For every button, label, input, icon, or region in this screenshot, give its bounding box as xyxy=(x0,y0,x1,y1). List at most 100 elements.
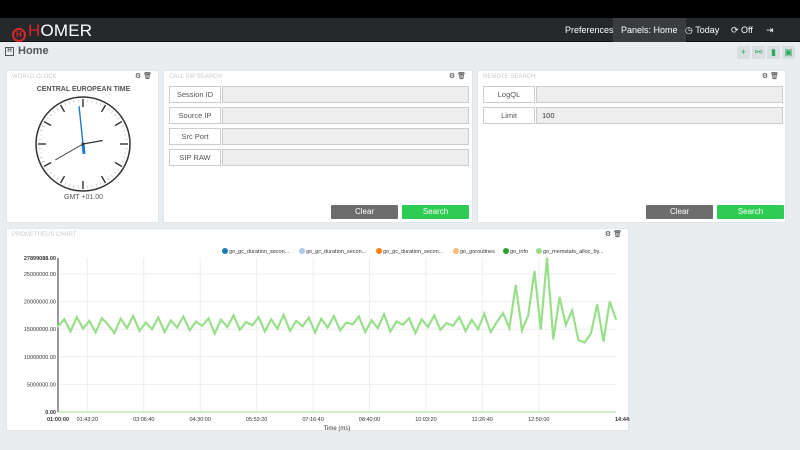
field-label: LogQL xyxy=(483,86,535,103)
prometheus-line-chart: 01:00:00 01:43:20 03:06:40 04:30:00 05:53:20… xyxy=(24,248,630,432)
data-point xyxy=(565,323,567,326)
field-row: LogQL xyxy=(483,86,783,103)
prometheus-chart-panel: PROMETHEUS CHART ⚙ 🗑 01:00:00 01:43:20 03:… xyxy=(6,228,630,432)
data-point xyxy=(257,316,260,318)
panel-title: CALL SIP SEARCH xyxy=(169,74,222,80)
data-point xyxy=(76,316,78,318)
legend-entry: go_memstats_alloc_by... xyxy=(543,249,604,255)
navbar: H HOMER Preferences Panels: Home ◷ Today … xyxy=(0,18,800,42)
data-point xyxy=(307,316,310,319)
x-tick-label: 01:43:20 xyxy=(77,417,98,423)
data-point xyxy=(414,332,417,334)
clear-button[interactable]: Clear xyxy=(646,205,713,219)
logql-input[interactable] xyxy=(536,86,783,103)
data-point xyxy=(320,317,323,320)
source-ip-input[interactable] xyxy=(222,107,469,124)
data-point xyxy=(226,326,229,328)
legend-swatch xyxy=(536,248,542,254)
data-point xyxy=(144,321,147,324)
field-row: Src Port xyxy=(169,128,469,145)
data-point xyxy=(69,330,72,333)
data-point xyxy=(126,327,128,329)
y-tick-label: 25000000.00 xyxy=(24,272,56,278)
data-point xyxy=(602,340,605,343)
trash-icon[interactable]: ▮ xyxy=(767,46,780,59)
data-point xyxy=(383,313,385,316)
data-point xyxy=(63,318,66,321)
data-point xyxy=(445,322,448,324)
world-clock-panel: WORLD CLOCK ⚙ 🗑 CENTRAL EUROPEAN TIME GM… xyxy=(6,70,159,223)
data-point xyxy=(395,320,398,323)
home-panel-icon: H xyxy=(5,47,14,56)
analog-clock xyxy=(35,96,131,192)
data-point xyxy=(276,327,279,330)
panel-title: REMOTE SEARCH xyxy=(483,74,536,80)
panel-settings-delete-icons[interactable]: ⚙ 🗑 xyxy=(762,72,779,80)
save-icon[interactable]: ▣ xyxy=(782,46,795,59)
legend-entry: go_gc_duration_secon... xyxy=(229,249,290,255)
data-point xyxy=(402,323,404,326)
data-point xyxy=(558,296,561,298)
y-tick-label: 27899088.00 xyxy=(24,256,56,262)
clear-button[interactable]: Clear xyxy=(331,205,398,219)
data-point xyxy=(157,316,160,319)
field-row: SIP RAW xyxy=(169,149,469,166)
nav-preferences[interactable]: Preferences xyxy=(557,18,622,42)
data-point xyxy=(608,300,611,303)
src-port-input[interactable] xyxy=(222,128,469,145)
data-point xyxy=(82,327,84,330)
data-point xyxy=(351,323,354,326)
refresh-icon: ⟳ xyxy=(731,25,742,35)
data-point xyxy=(508,327,511,329)
limit-input[interactable]: 100 xyxy=(536,107,783,124)
data-point xyxy=(251,324,254,327)
clock-icon: ◷ xyxy=(685,25,696,35)
homer-logo[interactable]: H HOMER xyxy=(12,21,92,42)
x-tick-label: 08:40:00 xyxy=(359,417,380,423)
x-tick-label: 04:30:00 xyxy=(189,417,210,423)
data-point xyxy=(132,315,135,317)
data-point xyxy=(94,331,97,334)
field-row: Session ID xyxy=(169,86,469,103)
plus-icon[interactable]: + xyxy=(737,46,750,59)
data-point xyxy=(345,321,348,324)
data-point xyxy=(207,317,210,319)
search-button[interactable]: Search xyxy=(402,205,469,219)
share-icon[interactable]: ⚯ xyxy=(752,46,765,59)
search-button[interactable]: Search xyxy=(717,205,784,219)
sip-raw-input[interactable] xyxy=(222,149,469,166)
logo-mark-icon: H xyxy=(12,28,26,42)
data-point xyxy=(88,320,91,322)
data-point xyxy=(458,316,461,318)
data-point xyxy=(420,318,423,321)
logout-icon[interactable]: ⇥ xyxy=(758,18,782,42)
data-point xyxy=(239,328,241,331)
data-point xyxy=(295,320,298,322)
nav-panels[interactable]: Panels: Home xyxy=(613,18,686,42)
data-point xyxy=(176,326,178,329)
data-point xyxy=(113,332,116,334)
legend-swatch xyxy=(222,248,228,254)
data-point xyxy=(245,321,247,323)
data-point xyxy=(339,329,341,332)
clock-center xyxy=(81,142,85,146)
data-point xyxy=(577,339,580,342)
data-point xyxy=(433,314,435,317)
series-line xyxy=(57,257,618,344)
data-point xyxy=(220,319,222,321)
y-tick-label: 10000000.00 xyxy=(24,355,56,361)
x-tick-label: 14:44:00 xyxy=(615,417,630,423)
legend-entry: go_gc_duration_secon... xyxy=(383,249,444,255)
session-id-input[interactable] xyxy=(222,86,469,103)
call-sip-search-panel: CALL SIP SEARCH ⚙ 🗑 Session ID Source IP S… xyxy=(163,70,473,223)
data-point xyxy=(358,315,360,318)
data-point xyxy=(439,328,442,331)
x-tick-label: 05:53:20 xyxy=(246,417,267,423)
nav-refresh[interactable]: ⟳ Off xyxy=(723,18,761,42)
nav-today[interactable]: ◷ Today xyxy=(677,18,727,42)
x-tick-label: 03:06:40 xyxy=(133,417,154,423)
x-tick-label: 07:16:40 xyxy=(302,417,323,423)
panel-settings-delete-icons[interactable]: ⚙ 🗑 xyxy=(449,72,466,80)
data-point xyxy=(376,327,379,329)
legend-swatch xyxy=(453,248,459,254)
